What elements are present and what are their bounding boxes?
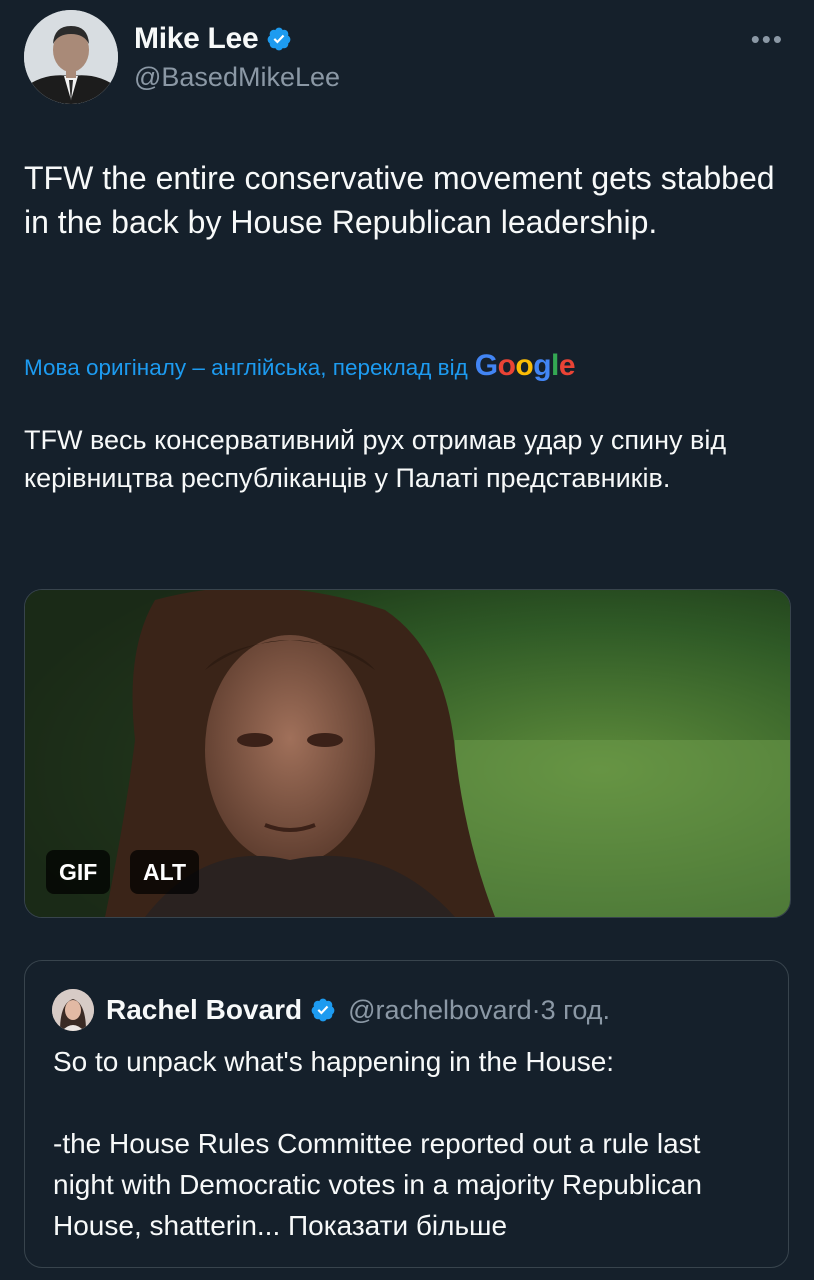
- quoted-author-name[interactable]: Rachel Bovard: [106, 994, 302, 1026]
- translation-note[interactable]: Мова оригіналу – англійська, переклад ві…: [24, 349, 576, 385]
- translated-tweet-text: TFW весь консервативний рух отримав удар…: [24, 425, 727, 493]
- author-handle[interactable]: @BasedMikeLee: [134, 62, 340, 93]
- quoted-tweet[interactable]: Rachel Bovard @rachelbovard·3 год. So to…: [24, 960, 789, 1268]
- gif-badge[interactable]: GIF: [46, 850, 111, 894]
- more-options-icon[interactable]: •••: [751, 24, 784, 55]
- quoted-verified-badge-icon: [310, 997, 336, 1023]
- quoted-text-body: -the House Rules Committee reported out …: [53, 1128, 702, 1241]
- alt-text-badge[interactable]: ALT: [130, 850, 200, 894]
- quoted-text-line1: So to unpack what's happening in the Hou…: [53, 1046, 615, 1077]
- quoted-author-avatar[interactable]: [52, 989, 94, 1031]
- author-avatar[interactable]: [24, 10, 118, 104]
- quoted-avatar-image: [52, 989, 94, 1031]
- quoted-tweet-header: Rachel Bovard @rachelbovard·3 год.: [52, 989, 610, 1031]
- quoted-author-handle: @rachelbovard·3 год.: [348, 994, 611, 1025]
- quoted-timestamp: 3 год.: [540, 994, 611, 1025]
- tweet-text: TFW the entire conservative movement get…: [24, 160, 775, 240]
- author-name[interactable]: Mike Lee: [134, 22, 259, 56]
- translation-note-text: Мова оригіналу – англійська, переклад ві…: [24, 355, 468, 380]
- author-name-row: Mike Lee: [134, 22, 292, 56]
- verified-badge-icon[interactable]: [266, 26, 292, 52]
- tweet-header: Mike Lee @BasedMikeLee •••: [24, 10, 790, 110]
- avatar-image: [24, 10, 118, 104]
- quoted-tweet-text: So to unpack what's happening in the Hou…: [53, 1041, 763, 1246]
- show-more-link[interactable]: Показати більше: [288, 1210, 507, 1241]
- google-logo: Google: [474, 349, 576, 382]
